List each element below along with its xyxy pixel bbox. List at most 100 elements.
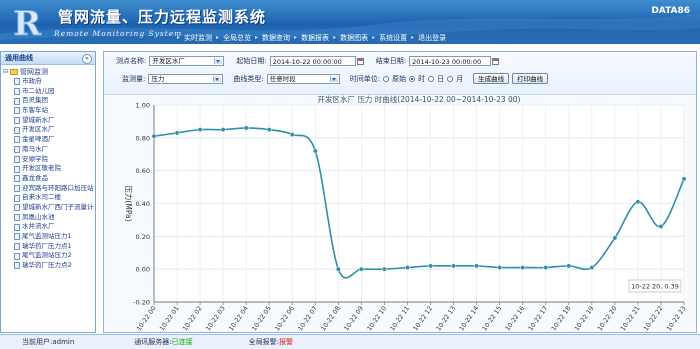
generate-curve-button[interactable]: 生成曲线 [473, 73, 510, 84]
station-icon [14, 78, 20, 86]
start-date-label: 起始日期: [236, 57, 267, 65]
x-tick-label: 10-22 05 [251, 305, 273, 332]
app-header: R 管网流量、压力远程监测系统 Remote Monitoring System… [0, 0, 700, 44]
curve-type-label: 曲线类型: [233, 74, 264, 83]
curve-type-select[interactable]: 任意时段 [266, 73, 340, 84]
sidebar-item[interactable]: 开发区水厂 [3, 125, 95, 135]
sidebar-item[interactable]: 开发区敬老院 [3, 164, 95, 174]
station-icon [14, 146, 20, 154]
sidebar-item[interactable]: 迎宾路与环阳路口加压站 [3, 184, 95, 194]
sidebar-item[interactable]: 东客车站 [3, 106, 95, 116]
data-point [197, 127, 203, 133]
radio-day[interactable] [428, 75, 435, 82]
sidebar-item-label: 东客车站 [22, 106, 48, 115]
tree-expand-icon[interactable]: ⊟ [3, 67, 8, 77]
station-icon [14, 97, 20, 105]
alarm-label: 全局报警: [248, 338, 280, 346]
sidebar-item-label: 开发区敬老院 [22, 164, 61, 173]
sidebar-item[interactable]: 市政府 [3, 77, 95, 87]
nav-data-chart[interactable]: 数据图表 [336, 33, 372, 43]
station-icon [14, 223, 20, 231]
radio-hour[interactable] [409, 75, 416, 82]
y-tick-label: 0.60 [136, 167, 150, 175]
x-tick-label: 10-22 19 [573, 305, 595, 332]
x-tick-label: 10-22 01 [159, 305, 181, 332]
sidebar-item[interactable]: 市二幼儿园 [3, 87, 95, 97]
radio-raw[interactable] [383, 75, 390, 82]
double-chevron-up-icon[interactable]: « [82, 54, 92, 64]
alarm-status[interactable]: 报警 [279, 337, 293, 347]
station-select[interactable]: 开发区水厂 [149, 56, 225, 66]
tree-root[interactable]: ⊟ 管网监测 [3, 67, 95, 77]
station-icon [14, 204, 20, 212]
data-point [405, 265, 410, 270]
sidebar-item-label: 鑫龙食品 [22, 173, 48, 182]
station-icon [14, 136, 20, 144]
sidebar-item[interactable]: 金星啤酒厂 [3, 135, 95, 145]
y-tick-label: 0.80 [136, 134, 150, 142]
radio-month[interactable] [447, 75, 454, 82]
end-date-input[interactable]: 2014-10-23 00:00:00 [409, 56, 492, 66]
print-curve-button[interactable]: 打印曲线 [512, 73, 549, 84]
sidebar-item-label: 开发区水厂 [22, 125, 55, 134]
data-point [497, 265, 503, 270]
nav-overview[interactable]: 全局总览 [219, 33, 255, 43]
radio-raw-label: 原始 [392, 74, 407, 83]
sidebar-item[interactable]: 尾气监测站压力2 [3, 251, 95, 261]
sidebar-item[interactable]: 百灵集团 [3, 96, 95, 106]
sidebar-item[interactable]: 尾气监测站压力1 [3, 232, 95, 242]
quantity-select[interactable]: 压力 [148, 73, 224, 84]
top-nav: ▸ 实时监测 ▸ 全局总览 ▸ 数据查询 ▸ 数据报表 ▸ 数据图表 ▸ 系统设… [177, 32, 450, 43]
sidebar-item[interactable]: 望城新水厂 [3, 116, 95, 126]
data-point [451, 263, 457, 269]
station-icon [14, 213, 20, 221]
start-date-input[interactable]: 2014-10-22 00:00:00 [269, 56, 356, 66]
sidebar-item[interactable]: 瑞华药厂压力点2 [3, 261, 95, 271]
calendar-icon[interactable] [356, 57, 364, 65]
nav-settings[interactable]: 系统设置 [375, 33, 411, 43]
x-tick-label: 10-22 14 [458, 305, 480, 332]
x-tick-label: 10-22 18 [550, 305, 572, 332]
x-tick-label: 10-22 12 [412, 305, 434, 332]
sidebar-item-label: 百灵集团 [22, 96, 48, 105]
data-point [566, 263, 572, 269]
data-point [658, 224, 664, 229]
data-point [635, 199, 641, 205]
nav-data-query[interactable]: 数据查询 [258, 33, 294, 43]
sidebar-item[interactable]: 鑫龙食品 [3, 174, 95, 184]
server-status: 已连接 [171, 338, 193, 346]
data-point [543, 265, 549, 270]
app-subtitle: Remote Monitoring System [54, 29, 183, 38]
nav-data-report[interactable]: 数据报表 [297, 33, 333, 43]
data-point [428, 263, 433, 269]
sidebar-item[interactable]: 凤凰山水池 [3, 213, 95, 223]
sidebar-item[interactable]: 瑞华药厂压力点1 [3, 242, 95, 252]
sidebar-item[interactable]: 自来水司二楼 [3, 193, 95, 203]
sidebar-item-label: 金星啤酒厂 [22, 135, 55, 144]
dropdown-arrow-icon [214, 58, 223, 64]
data-point [335, 266, 341, 272]
sidebar-item[interactable]: 南马水厂 [3, 145, 95, 155]
sidebar-item-label: 市政府 [22, 77, 42, 85]
dropdown-arrow-icon [329, 75, 338, 82]
station-icon [14, 107, 20, 115]
station-label: 测点名称: [116, 57, 147, 65]
y-tick-label: -0.20 [133, 299, 150, 307]
x-tick-label: 10-22 15 [481, 305, 503, 332]
station-icon [14, 165, 20, 173]
sidebar: 通用曲线 « ⊟ 管网监测 市政府 市二幼儿园 百灵集团 东客车站 望城新水厂 开发区水厂… [0, 51, 96, 333]
sidebar-item[interactable]: 安顺学院 [3, 155, 95, 165]
sidebar-item[interactable]: 水井流水厂 [3, 222, 95, 232]
sidebar-item-label: 凤凰山水池 [22, 212, 55, 221]
nav-logout[interactable]: 退出登录 [414, 33, 450, 43]
station-icon [14, 88, 20, 96]
x-tick-label: 10-22 17 [527, 305, 549, 332]
sidebar-item[interactable]: 望城新水厂西门子流量计 [3, 203, 95, 213]
y-tick-label: 0.00 [136, 266, 150, 274]
server-label: 通讯服务器: [134, 338, 172, 346]
y-tick-label: 0.20 [136, 233, 150, 241]
station-icon [14, 175, 20, 183]
calendar-icon[interactable] [492, 57, 500, 65]
nav-realtime[interactable]: 实时监测 [180, 33, 216, 43]
y-tick-label: 0.40 [136, 200, 150, 208]
